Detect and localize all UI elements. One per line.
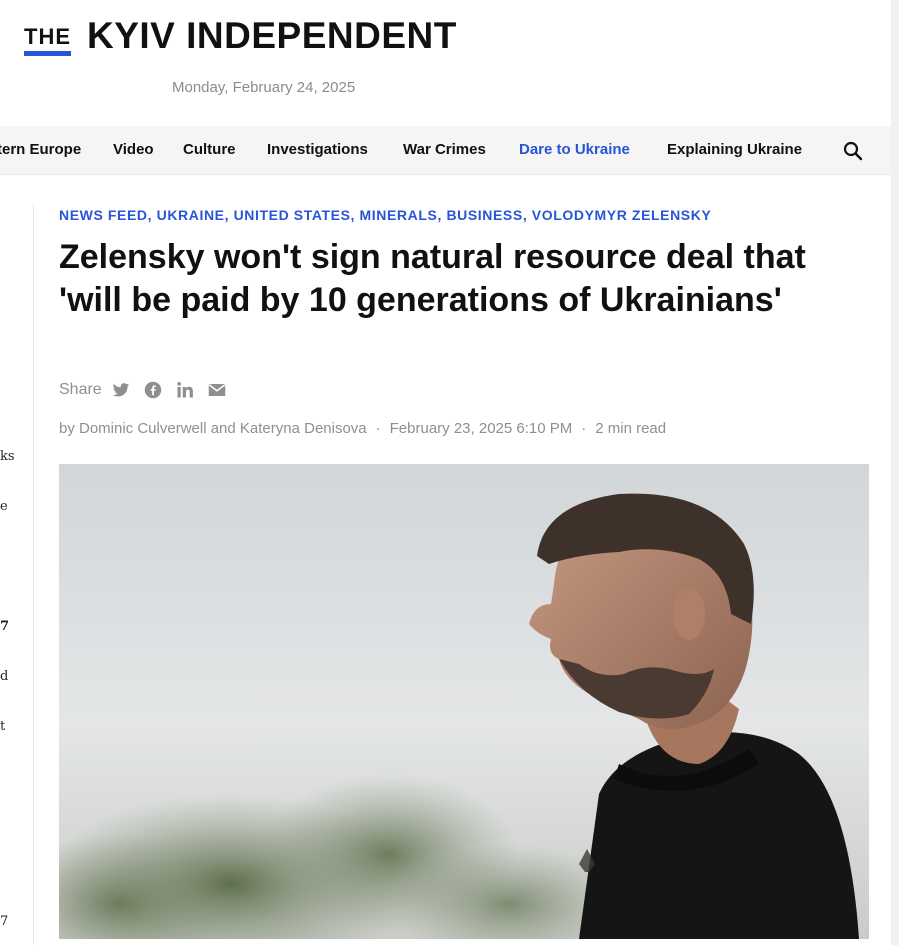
nav-item-eastern-europe[interactable]: tern Europe bbox=[0, 141, 81, 158]
article-tags: NEWS FEED, UKRAINE, UNITED STATES, MINER… bbox=[59, 207, 711, 223]
linkedin-icon[interactable] bbox=[176, 381, 194, 399]
nav-item-war-crimes[interactable]: War Crimes bbox=[403, 141, 486, 158]
article-byline: by Dominic Culverwell and Kateryna Denis… bbox=[59, 420, 666, 437]
nav-item-investigations[interactable]: Investigations bbox=[267, 141, 368, 158]
tag-separator: , bbox=[147, 207, 157, 223]
twitter-icon[interactable] bbox=[112, 381, 130, 399]
current-date: Monday, February 24, 2025 bbox=[172, 79, 356, 96]
tag-business[interactable]: BUSINESS bbox=[446, 207, 522, 223]
byline-separator: · bbox=[581, 420, 587, 437]
nav-item-culture[interactable]: Culture bbox=[183, 141, 236, 158]
sidebar-fragment: e bbox=[0, 499, 8, 514]
tag-ukraine[interactable]: UKRAINE bbox=[157, 207, 225, 223]
left-sidebar-clipped: ks e 7 d t 7 bbox=[0, 175, 34, 945]
email-icon[interactable] bbox=[208, 381, 226, 399]
nav-item-dare-to-ukraine[interactable]: Dare to Ukraine bbox=[519, 141, 630, 158]
tag-separator: , bbox=[224, 207, 234, 223]
tag-separator: , bbox=[522, 207, 532, 223]
tag-news-feed[interactable]: NEWS FEED bbox=[59, 207, 148, 223]
tag-minerals[interactable]: MINERALS bbox=[360, 207, 438, 223]
nav-item-explaining-ukraine[interactable]: Explaining Ukraine bbox=[667, 141, 802, 158]
masthead: THE KYIV INDEPENDENT Monday, February 24… bbox=[0, 0, 891, 126]
logo-name: KYIV INDEPENDENT bbox=[87, 15, 457, 56]
tag-separator: , bbox=[350, 207, 360, 223]
logo-underline bbox=[24, 51, 71, 56]
sidebar-fragment: d bbox=[0, 669, 9, 684]
tag-volodymyr-zelensky[interactable]: VOLODYMYR ZELENSKY bbox=[532, 207, 712, 223]
share-label: Share bbox=[59, 381, 102, 398]
facebook-icon[interactable] bbox=[144, 381, 162, 399]
scrollbar-track[interactable] bbox=[891, 0, 899, 945]
search-icon[interactable] bbox=[843, 141, 863, 161]
sidebar-divider bbox=[33, 205, 34, 945]
site-logo[interactable]: THE KYIV INDEPENDENT bbox=[24, 16, 457, 56]
share-bar: Share bbox=[59, 381, 240, 399]
sidebar-fragment: t bbox=[0, 719, 6, 734]
byline-separator: · bbox=[375, 420, 381, 437]
sidebar-fragment: 7 bbox=[0, 914, 9, 929]
article-headline: Zelensky won't sign natural resource dea… bbox=[59, 238, 806, 319]
tag-united-states[interactable]: UNITED STATES bbox=[234, 207, 351, 223]
main-nav: tern Europe Video Culture Investigations… bbox=[0, 126, 891, 175]
nav-item-video[interactable]: Video bbox=[113, 141, 154, 158]
byline-date: February 23, 2025 6:10 PM bbox=[389, 420, 573, 437]
article-hero-image bbox=[59, 464, 869, 939]
sidebar-fragment: ks bbox=[0, 449, 15, 464]
byline-authors: by Dominic Culverwell and Kateryna Denis… bbox=[59, 420, 367, 437]
byline-read-time: 2 min read bbox=[595, 420, 667, 437]
sidebar-fragment: 7 bbox=[0, 619, 10, 634]
